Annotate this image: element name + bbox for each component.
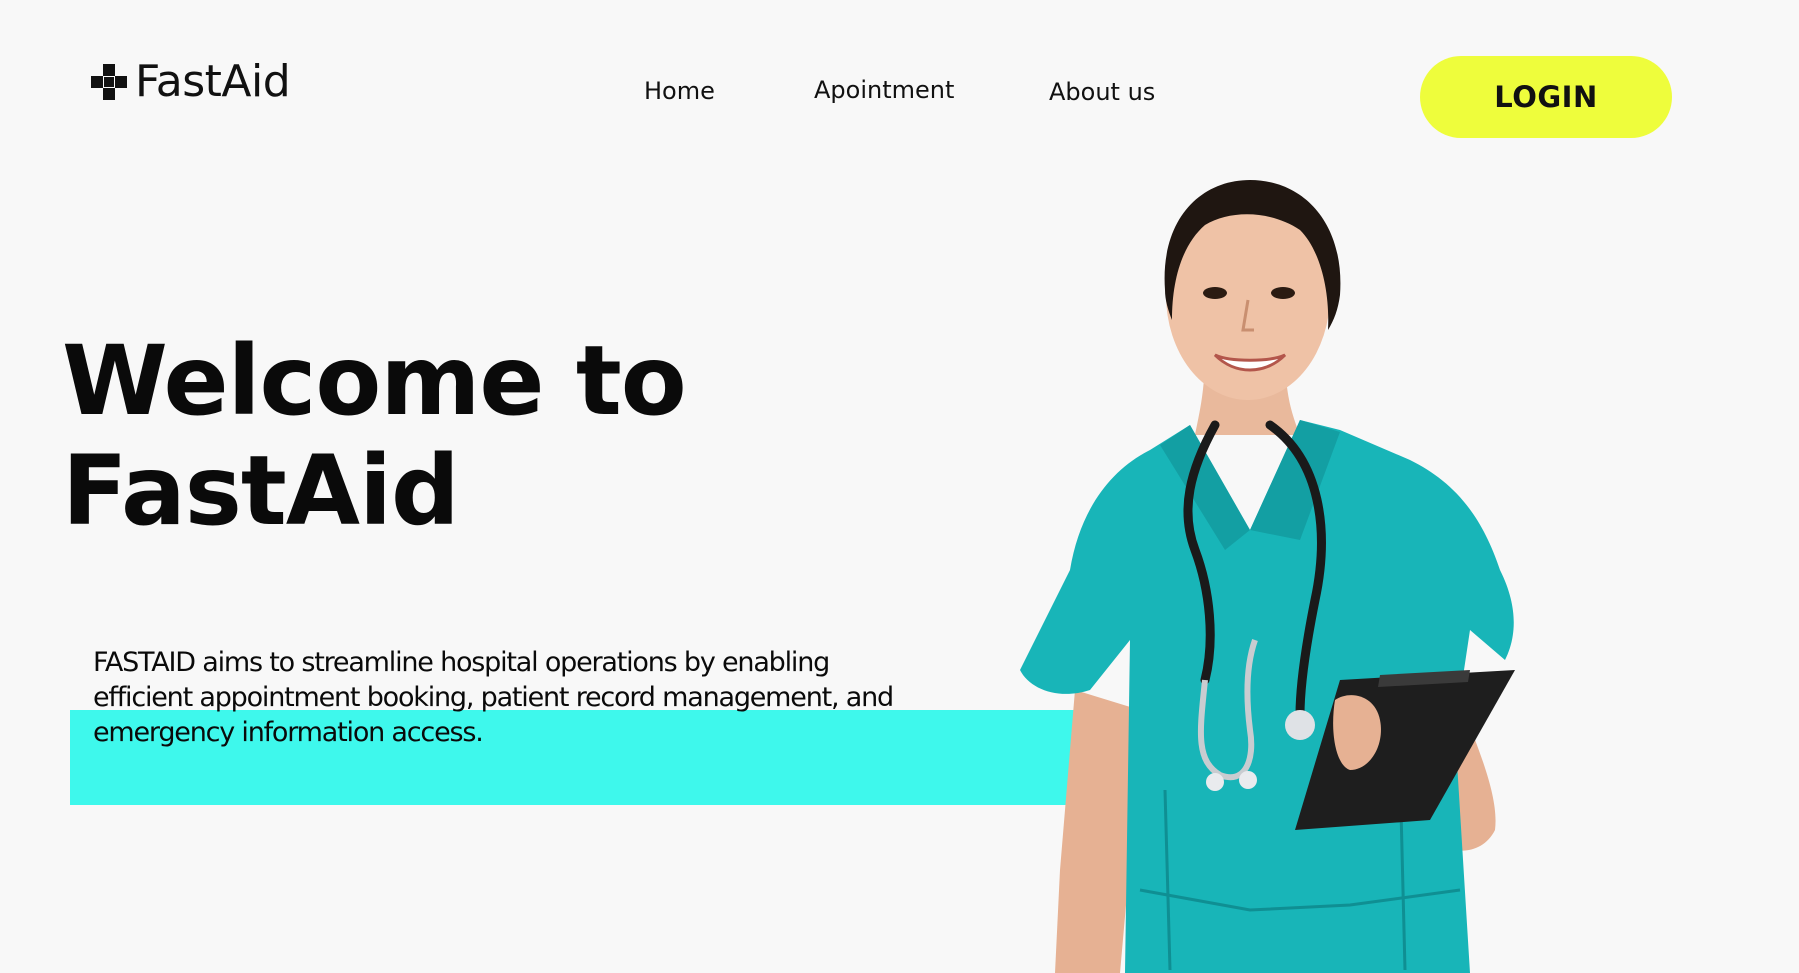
doctor-illustration (1020, 180, 1515, 973)
hero-description: FASTAID aims to streamline hospital oper… (93, 647, 894, 748)
hero-title-line-1: Welcome to (62, 325, 687, 437)
hero-title: Welcome to FastAid (62, 325, 687, 547)
hero-title-line-2: FastAid (62, 435, 460, 547)
nav-appointment-link[interactable]: Apointment (814, 76, 954, 104)
login-button[interactable]: LOGIN (1420, 56, 1672, 138)
nav-about-link[interactable]: About us (1049, 78, 1155, 106)
nav-home-link[interactable]: Home (644, 77, 715, 105)
